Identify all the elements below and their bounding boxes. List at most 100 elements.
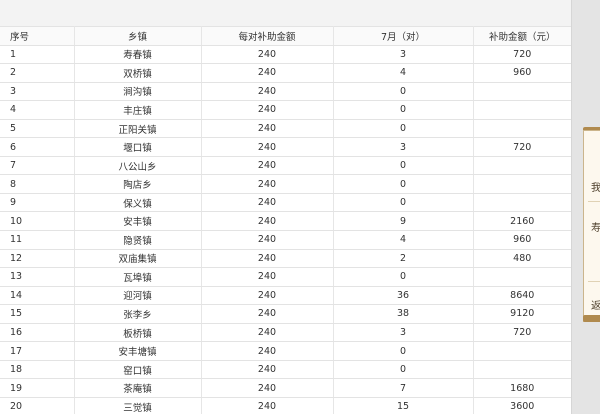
cell-town: 茶庵镇 xyxy=(74,378,202,398)
header-july-pairs: 7月（对） xyxy=(333,26,474,46)
cell-july-pairs: 0 xyxy=(333,174,474,194)
cell-subsidy-total xyxy=(473,156,571,176)
table-row: 6 堰口镇 240 3 720 xyxy=(0,137,571,157)
cell-town: 张李乡 xyxy=(74,304,202,324)
cell-subsidy-total: 720 xyxy=(473,45,571,65)
cell-index: 19 xyxy=(0,378,75,398)
cell-amount-per-pair: 240 xyxy=(201,193,334,213)
cell-amount-per-pair: 240 xyxy=(201,174,334,194)
cell-subsidy-total: 2160 xyxy=(473,211,571,232)
cell-july-pairs: 0 xyxy=(333,82,474,102)
cell-index: 17 xyxy=(0,341,75,361)
cell-july-pairs: 0 xyxy=(333,341,474,361)
cell-subsidy-total: 3600 xyxy=(473,397,571,414)
cell-july-pairs: 2 xyxy=(333,249,474,269)
table-row: 20 三觉镇 240 15 3600 xyxy=(0,397,571,414)
cell-index: 20 xyxy=(0,397,75,414)
cell-town: 堰口镇 xyxy=(74,137,202,157)
cell-index: 5 xyxy=(0,119,75,139)
cell-town: 双庙集镇 xyxy=(74,249,202,269)
cell-town: 隐贤镇 xyxy=(74,230,202,250)
cell-amount-per-pair: 240 xyxy=(201,323,334,343)
cell-index: 10 xyxy=(0,211,75,232)
header-amount-per-pair: 每对补助金额 xyxy=(201,26,334,46)
cell-amount-per-pair: 240 xyxy=(201,137,334,157)
cell-town: 丰庄镇 xyxy=(74,100,202,120)
cell-july-pairs: 3 xyxy=(333,323,474,343)
cell-july-pairs: 0 xyxy=(333,193,474,213)
cell-july-pairs: 0 xyxy=(333,267,474,287)
table-row: 7 八公山乡 240 0 xyxy=(0,156,571,176)
table-row: 14 迎河镇 240 36 8640 xyxy=(0,286,571,306)
cell-subsidy-total: 1680 xyxy=(473,378,571,398)
table-row: 13 瓦埠镇 240 0 xyxy=(0,267,571,287)
cell-amount-per-pair: 240 xyxy=(201,378,334,398)
cell-amount-per-pair: 240 xyxy=(201,286,334,306)
side-panel-text-3[interactable]: 返 xyxy=(591,297,600,312)
cell-subsidy-total: 480 xyxy=(473,249,571,269)
side-panel-text-1: 我 xyxy=(591,183,600,194)
cell-subsidy-total: 9120 xyxy=(473,304,571,324)
top-toolbar-strip xyxy=(0,0,571,26)
subsidy-table-container: 序号 乡镇 每对补助金额 7月（对） 补助金额（元） 1 寿春镇 240 3 720 2 双… xyxy=(0,26,571,414)
cell-july-pairs: 38 xyxy=(333,304,474,324)
cell-amount-per-pair: 240 xyxy=(201,63,334,83)
cell-july-pairs: 4 xyxy=(333,230,474,250)
cell-amount-per-pair: 240 xyxy=(201,156,334,176)
cell-town: 瓦埠镇 xyxy=(74,267,202,287)
table-row: 12 双庙集镇 240 2 480 xyxy=(0,249,571,269)
side-popup-panel[interactable]: 我 寿 返 xyxy=(583,130,600,322)
cell-subsidy-total xyxy=(473,174,571,194)
table-row: 3 涧沟镇 240 0 xyxy=(0,82,571,102)
cell-july-pairs: 0 xyxy=(333,156,474,176)
table-row: 18 窑口镇 240 0 xyxy=(0,360,571,380)
cell-july-pairs: 36 xyxy=(333,286,474,306)
cell-july-pairs: 4 xyxy=(333,63,474,83)
header-subsidy-total: 补助金额（元） xyxy=(473,26,571,46)
cell-subsidy-total xyxy=(473,119,571,139)
cell-subsidy-total: 960 xyxy=(473,63,571,83)
cell-subsidy-total xyxy=(473,267,571,287)
cell-subsidy-total xyxy=(473,100,571,120)
table-row: 15 张李乡 240 38 9120 xyxy=(0,304,571,324)
header-town: 乡镇 xyxy=(74,26,202,46)
cell-subsidy-total xyxy=(473,360,571,380)
cell-index: 8 xyxy=(0,174,75,194)
table-row: 5 正阳关镇 240 0 xyxy=(0,119,571,139)
cell-town: 安丰塘镇 xyxy=(74,341,202,361)
cell-amount-per-pair: 240 xyxy=(201,397,334,414)
cell-july-pairs: 7 xyxy=(333,378,474,398)
cell-index: 12 xyxy=(0,249,75,269)
cell-town: 迎河镇 xyxy=(74,286,202,306)
cell-index: 16 xyxy=(0,323,75,343)
side-panel-divider xyxy=(588,281,600,282)
cell-july-pairs: 0 xyxy=(333,100,474,120)
cell-july-pairs: 15 xyxy=(333,397,474,414)
cell-town: 安丰镇 xyxy=(74,211,202,232)
page: 序号 乡镇 每对补助金额 7月（对） 补助金额（元） 1 寿春镇 240 3 720 2 双… xyxy=(0,0,600,414)
cell-amount-per-pair: 240 xyxy=(201,119,334,139)
cell-july-pairs: 3 xyxy=(333,137,474,157)
cell-town: 陶店乡 xyxy=(74,174,202,194)
cell-town: 保义镇 xyxy=(74,193,202,213)
table-header-row: 序号 乡镇 每对补助金额 7月（对） 补助金额（元） xyxy=(0,26,571,46)
cell-amount-per-pair: 240 xyxy=(201,45,334,65)
scroll-panel-bottom-roller xyxy=(583,315,600,322)
cell-amount-per-pair: 240 xyxy=(201,304,334,324)
table-row: 17 安丰塘镇 240 0 xyxy=(0,341,571,361)
cell-amount-per-pair: 240 xyxy=(201,82,334,102)
cell-index: 7 xyxy=(0,156,75,176)
cell-amount-per-pair: 240 xyxy=(201,211,334,232)
cell-july-pairs: 9 xyxy=(333,211,474,232)
cell-index: 2 xyxy=(0,63,75,83)
cell-town: 双桥镇 xyxy=(74,63,202,83)
cell-index: 14 xyxy=(0,286,75,306)
cell-amount-per-pair: 240 xyxy=(201,360,334,380)
cell-town: 窑口镇 xyxy=(74,360,202,380)
cell-subsidy-total xyxy=(473,193,571,213)
cell-index: 3 xyxy=(0,82,75,102)
cell-town: 八公山乡 xyxy=(74,156,202,176)
cell-july-pairs: 0 xyxy=(333,119,474,139)
cell-subsidy-total xyxy=(473,341,571,361)
cell-index: 9 xyxy=(0,193,75,213)
